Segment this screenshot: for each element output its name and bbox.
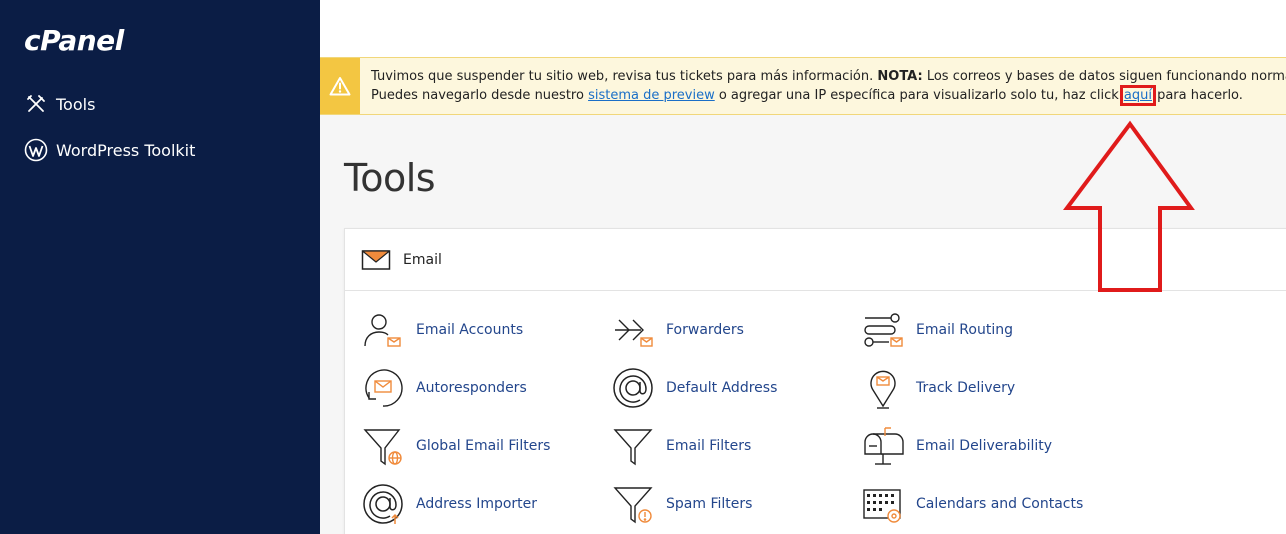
tool-default-address[interactable]: Default Address [610,365,777,411]
track-delivery-icon [860,365,906,411]
sidebar-item-label: Tools [56,94,96,114]
tool-label: Default Address [666,380,778,396]
tool-label: Email Deliverability [916,438,1053,454]
page-title: Tools [344,156,436,200]
default-address-icon [610,365,656,411]
envelope-icon [361,249,391,270]
tools-icon [24,92,48,116]
tool-autoresponders[interactable]: Autoresponders [360,365,527,411]
tool-email-routing[interactable]: Email Routing [860,307,1013,353]
email-panel-title: Email [403,251,442,268]
tool-address-importer[interactable]: Address Importer [360,481,537,527]
calendar-icon [860,481,906,527]
preview-system-link[interactable]: sistema de preview [588,88,715,103]
wordpress-icon [24,138,48,162]
tool-label: Calendars and Contacts [916,496,1084,512]
email-routing-icon [860,307,906,353]
alert-line-2: Puedes navegarlo desde nuestro sistema d… [371,85,1243,106]
tool-label: Autoresponders [416,380,527,396]
alert-line-1: Tuvimos que suspender tu sitio web, revi… [371,69,1286,84]
sidebar-item-wordpress-toolkit[interactable]: WordPress Toolkit [24,137,195,163]
sidebar-item-tools[interactable]: Tools [24,91,95,117]
tool-email-filters[interactable]: Email Filters [610,423,751,469]
tool-label: Spam Filters [666,496,753,512]
tool-label: Email Accounts [416,322,524,338]
email-accounts-icon [360,307,406,353]
here-link[interactable]: aquí [1119,85,1156,106]
tool-label: Global Email Filters [416,438,551,454]
nota-label: NOTA: [877,69,923,84]
cpanel-logo[interactable]: cPanel [24,24,124,57]
tool-global-email-filters[interactable]: Global Email Filters [360,423,550,469]
top-bar [320,0,1286,57]
suspension-alert: Tuvimos que suspender tu sitio web, revi… [320,57,1286,115]
tool-label: Email Routing [916,322,1013,338]
spam-filter-icon [610,481,656,527]
tool-label: Address Importer [416,496,538,512]
tool-track-delivery[interactable]: Track Delivery [860,365,1015,411]
tool-forwarders[interactable]: Forwarders [610,307,744,353]
global-filter-icon [360,423,406,469]
mailbox-icon [860,423,906,469]
sidebar-item-label: WordPress Toolkit [56,140,196,160]
annotation-arrow [1063,120,1195,292]
tool-label: Track Delivery [916,380,1016,396]
tool-spam-filters[interactable]: Spam Filters [610,481,752,527]
tool-label: Forwarders [666,322,744,338]
address-importer-icon [360,481,406,527]
alert-message: Tuvimos que suspender tu sitio web, revi… [371,67,1286,106]
tool-email-accounts[interactable]: Email Accounts [360,307,523,353]
autoresponders-icon [360,365,406,411]
sidebar: cPanel Tools WordPress Toolkit [0,0,320,534]
forwarders-icon [610,307,656,353]
tool-email-deliverability[interactable]: Email Deliverability [860,423,1052,469]
tool-label: Email Filters [666,438,752,454]
warning-icon [320,58,360,114]
tool-calendars-contacts[interactable]: Calendars and Contacts [860,481,1083,527]
email-filter-icon [610,423,656,469]
